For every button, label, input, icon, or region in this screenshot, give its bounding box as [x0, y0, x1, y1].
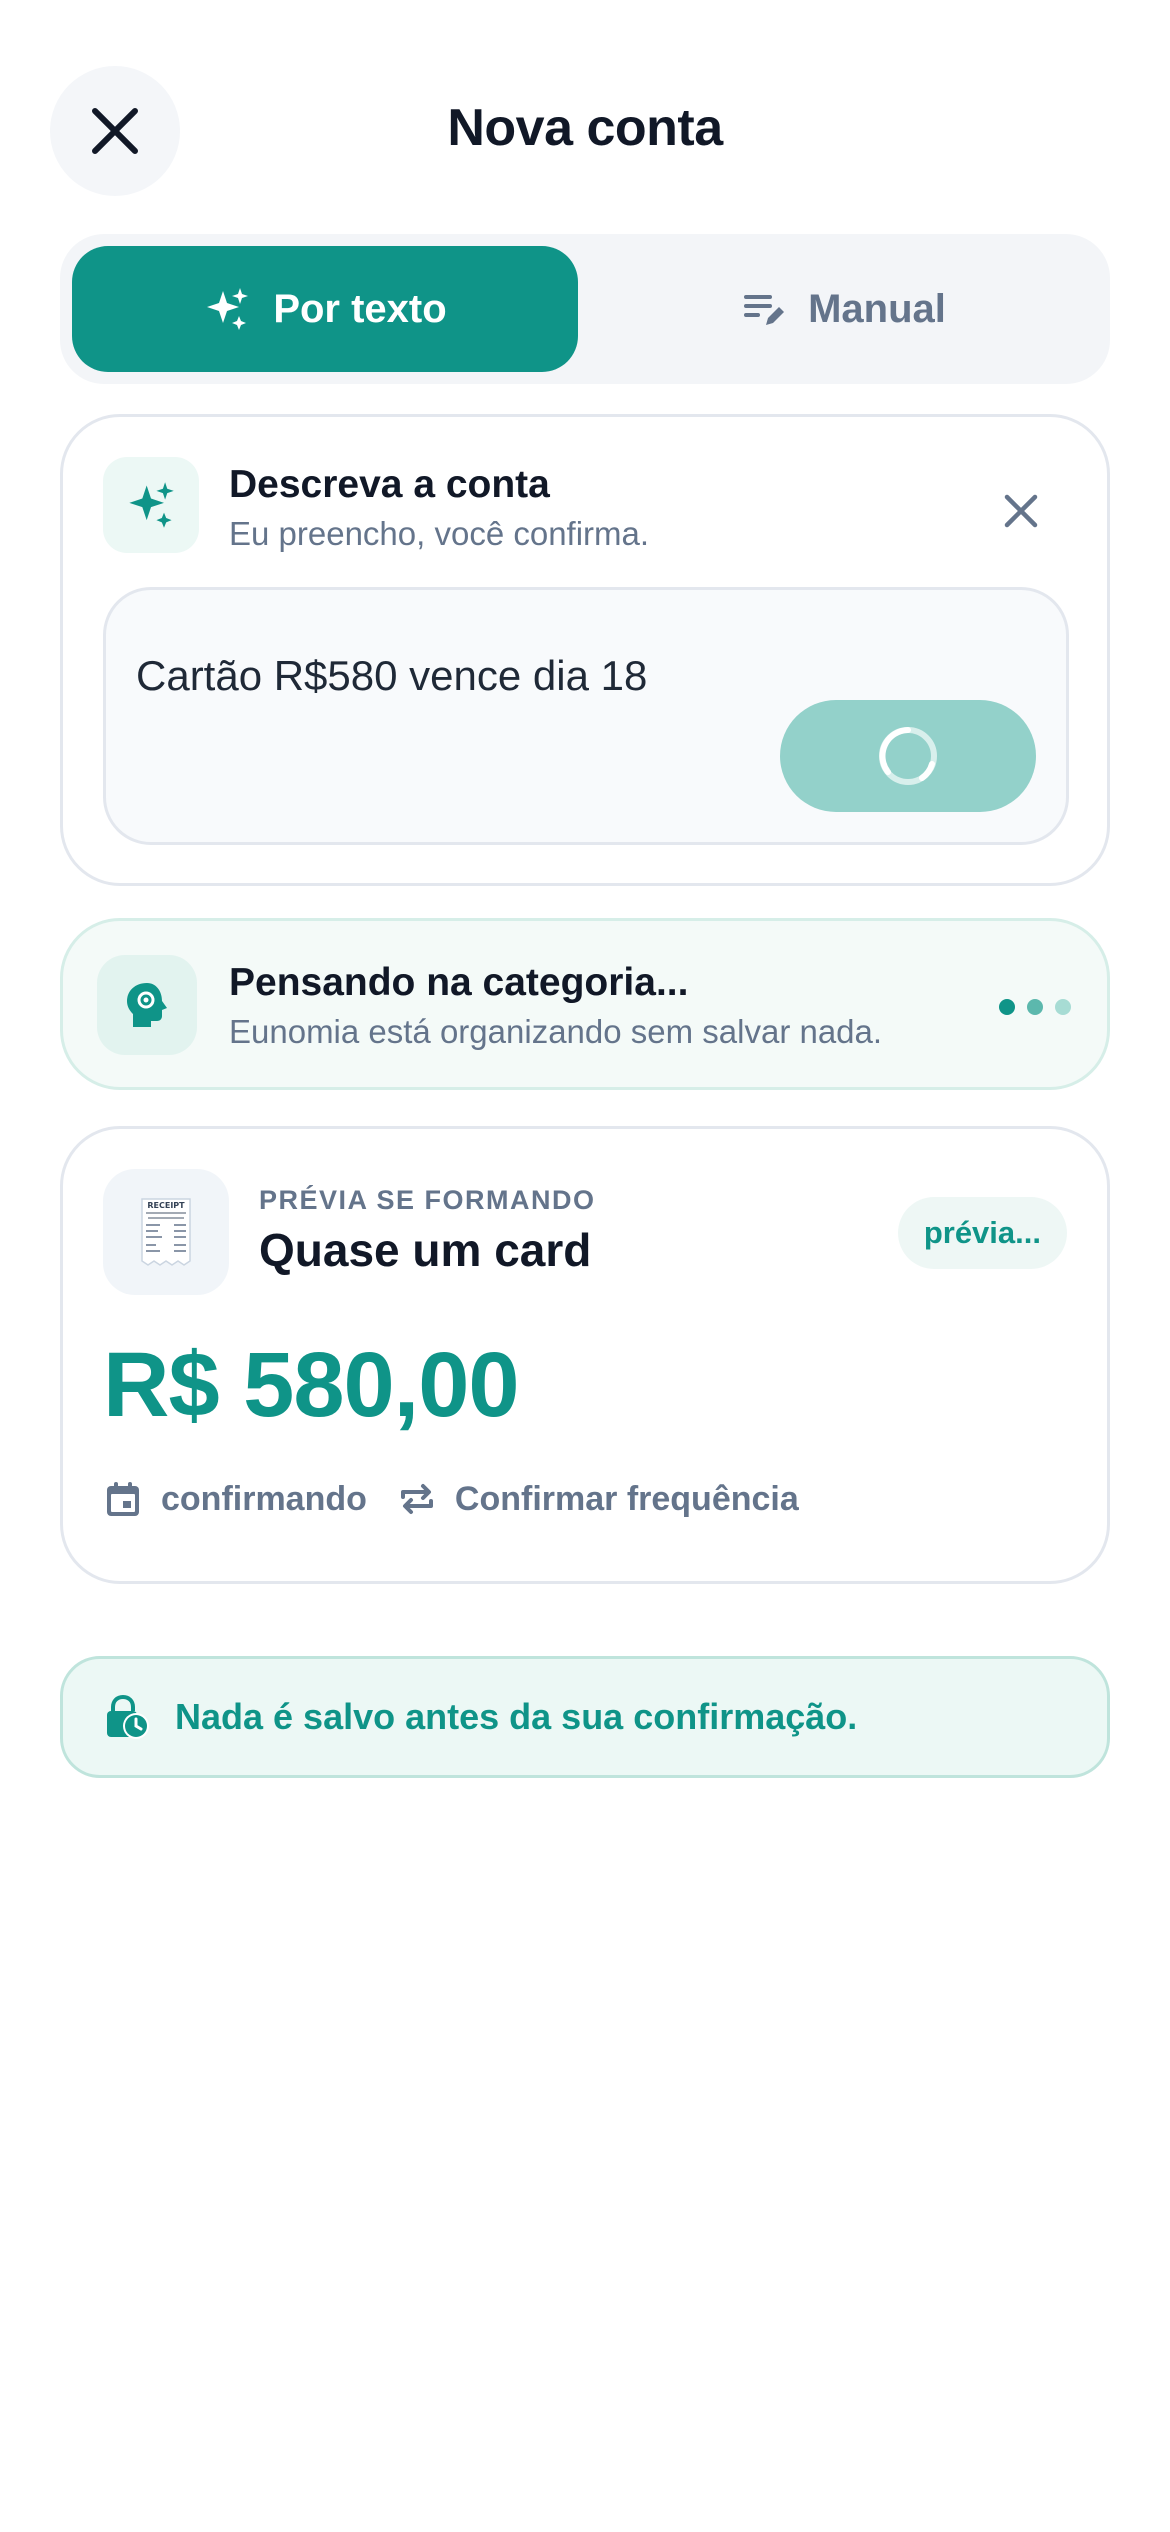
- due-date-status[interactable]: confirmando: [103, 1479, 367, 1519]
- receipt-tile: RECEIPT: [103, 1169, 229, 1295]
- describe-subtitle: Eu preencho, você confirma.: [229, 515, 650, 552]
- receipt-icon: RECEIPT: [141, 1198, 191, 1266]
- description-input[interactable]: Cartão R$580 vence dia 18: [103, 587, 1069, 845]
- preview-meta: confirmando Confirmar frequência: [103, 1479, 829, 1519]
- frequency-action[interactable]: Confirmar frequência: [397, 1479, 799, 1519]
- brain-tile: [97, 955, 197, 1055]
- dismiss-button[interactable]: [991, 481, 1051, 541]
- spinner-icon: [879, 727, 937, 785]
- sparkles-icon: [129, 482, 174, 528]
- tab-label: Por texto: [273, 286, 447, 331]
- head-gear-icon: [127, 983, 167, 1027]
- sparkles-icon: [207, 288, 249, 330]
- thinking-subtitle: Eunomia está organizando sem salvar nada…: [229, 1013, 883, 1050]
- describe-card: Descreva a conta Eu preencho, você confi…: [60, 414, 1110, 886]
- close-icon: [1004, 494, 1038, 528]
- dot: [1055, 999, 1071, 1015]
- new-bill-screen: Nova conta Por texto Manual Descreva a c…: [0, 0, 1170, 2532]
- receipt-label: RECEIPT: [147, 1201, 185, 1210]
- tab-manual[interactable]: Manual: [590, 246, 1098, 372]
- preview-title: Quase um card: [259, 1224, 592, 1276]
- calendar-icon: [107, 1482, 139, 1516]
- thinking-card: Pensando na categoria... Eunomia está or…: [60, 918, 1110, 1090]
- dot: [999, 999, 1015, 1015]
- page-title: Nova conta: [447, 99, 723, 157]
- preview-amount: R$ 580,00: [103, 1334, 520, 1436]
- notice-text: Nada é salvo antes da sua confirmação.: [175, 1696, 858, 1737]
- describe-title: Descreva a conta: [229, 463, 550, 506]
- sparkles-tile: [103, 457, 199, 553]
- edit-list-icon: [744, 295, 785, 325]
- thinking-title: Pensando na categoria...: [229, 961, 689, 1004]
- lock-clock-icon: [107, 1694, 149, 1739]
- preview-card: RECEIPT PRÉVIA SE FORMANDO Quase um card…: [60, 1126, 1110, 1584]
- tab-por-texto[interactable]: Por texto: [72, 246, 578, 372]
- dot: [1027, 999, 1043, 1015]
- tab-label: Manual: [808, 286, 946, 331]
- repeat-icon: [400, 1484, 433, 1514]
- description-input-value: Cartão R$580 vence dia 18: [136, 652, 648, 699]
- privacy-notice: Nada é salvo antes da sua confirmação.: [60, 1656, 1110, 1778]
- typing-dots: [999, 999, 1071, 1015]
- frequency-label: Confirmar frequência: [454, 1479, 799, 1518]
- submit-button[interactable]: [780, 700, 1036, 812]
- preview-eyebrow: PRÉVIA SE FORMANDO: [259, 1185, 596, 1215]
- preview-badge: prévia...: [897, 1197, 1067, 1269]
- mode-segmented-control: Por texto Manual: [60, 234, 1110, 384]
- due-date-label: confirmando: [161, 1479, 367, 1518]
